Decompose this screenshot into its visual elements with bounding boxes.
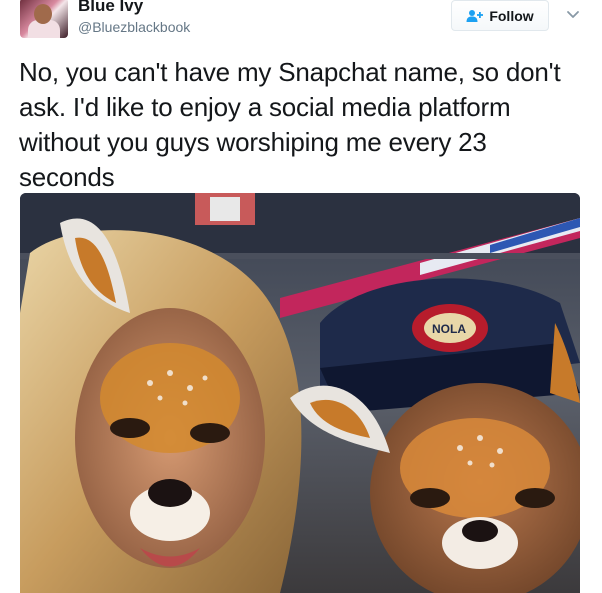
- tweet-text: No, you can't have my Snapchat name, so …: [19, 57, 561, 192]
- add-user-icon: [466, 9, 484, 22]
- avatar-face: [34, 4, 52, 24]
- follow-button[interactable]: Follow: [451, 0, 549, 31]
- tweet-header: Blue Ivy @Bluezblackbook Follow: [0, 0, 602, 50]
- follow-label: Follow: [489, 7, 534, 24]
- avatar[interactable]: [20, 0, 68, 38]
- screen-name[interactable]: @Bluezblackbook: [78, 19, 190, 35]
- display-name[interactable]: Blue Ivy: [78, 0, 143, 16]
- selfie-photo: NOLA: [20, 193, 580, 593]
- chevron-down-icon[interactable]: [562, 6, 584, 24]
- tweet-photo[interactable]: NOLA: [20, 193, 580, 593]
- cap-logo-text: NOLA: [432, 322, 466, 336]
